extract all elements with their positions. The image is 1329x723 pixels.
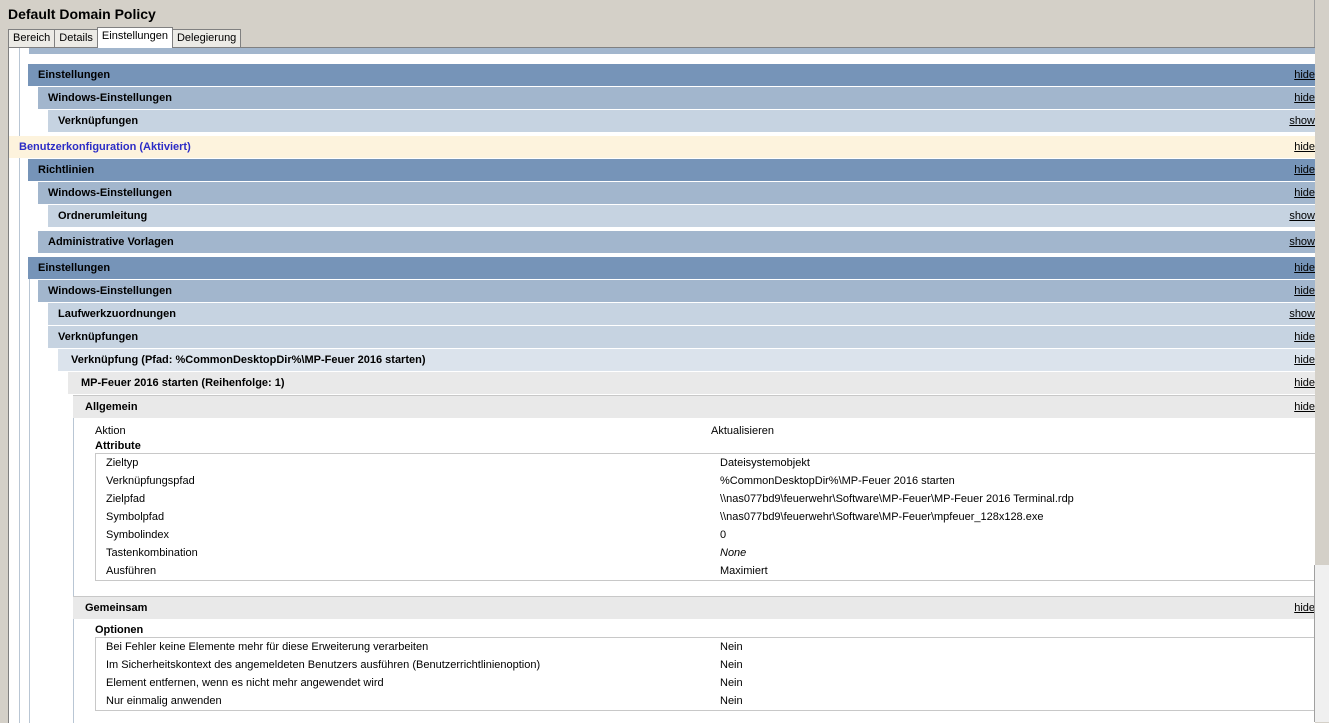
section-einstellungen: Einstellungen hide <box>28 257 1315 279</box>
section-label: Windows-Einstellungen <box>48 92 172 104</box>
hide-link[interactable]: hide <box>1294 159 1315 181</box>
hide-link[interactable]: hide <box>1294 87 1315 109</box>
option-key: Element entfernen, wenn es nicht mehr an… <box>106 677 384 689</box>
options-table: Bei Fehler keine Elemente mehr für diese… <box>95 637 1315 711</box>
table-row: Zielpfad \\nas077bd9\feuerwehr\Software\… <box>96 490 1315 508</box>
section-verknuepfungen: Verknüpfungen hide <box>48 326 1315 348</box>
table-row: Nur einmalig anwenden Nein <box>96 692 1315 710</box>
table-row: Im Sicherheitskontext des angemeldeten B… <box>96 656 1315 674</box>
attribute-key: Zielpfad <box>106 493 146 505</box>
section-benutzerkonfiguration: Benutzerkonfiguration (Aktiviert) hide <box>9 136 1315 158</box>
show-link[interactable]: show <box>1289 110 1315 132</box>
hide-link[interactable]: hide <box>1294 182 1315 204</box>
attribute-table: Zieltyp Dateisystemobjekt Verknüpfungspf… <box>95 453 1315 581</box>
section-label: Verknüpfung (Pfad: %CommonDesktopDir%\MP… <box>71 354 426 366</box>
section-label: Administrative Vorlagen <box>48 236 174 248</box>
section-label: Einstellungen <box>38 262 111 274</box>
aktion-value: Aktualisieren <box>711 425 774 437</box>
section-label: Ordnerumleitung <box>58 210 148 222</box>
option-value: Nein <box>720 641 743 653</box>
attribute-value: Dateisystemobjekt <box>720 457 810 469</box>
section-laufwerkzuordnungen: Laufwerkzuordnungen show <box>48 303 1315 325</box>
hide-link[interactable]: hide <box>1294 257 1315 279</box>
attribute-key: Symbolindex <box>106 529 169 541</box>
option-value: Nein <box>720 659 743 671</box>
show-link[interactable]: show <box>1289 303 1315 325</box>
clipped-row <box>29 48 1315 54</box>
tree-guide-line <box>73 398 74 723</box>
section-label: Allgemein <box>85 401 138 413</box>
tab-einstellungen[interactable]: Einstellungen <box>96 27 173 48</box>
section-verknuepfungen: Verknüpfungen show <box>48 110 1315 132</box>
attribute-key: Verknüpfungspfad <box>106 475 195 487</box>
attribute-key: Zieltyp <box>106 457 139 469</box>
section-richtlinien: Richtlinien hide <box>28 159 1315 181</box>
hide-link[interactable]: hide <box>1294 372 1315 394</box>
section-allgemein: Allgemein hide <box>73 395 1315 418</box>
option-key: Im Sicherheitskontext des angemeldeten B… <box>106 659 541 671</box>
tab-bar: Bereich Details Einstellungen Delegierun… <box>8 27 242 48</box>
report-content: Einstellungen hide Windows-Einstellungen… <box>8 47 1315 723</box>
attribute-value: 0 <box>720 529 727 541</box>
table-row: Element entfernen, wenn es nicht mehr an… <box>96 674 1315 692</box>
section-label: Richtlinien <box>38 164 95 176</box>
section-label: Einstellungen <box>38 69 111 81</box>
section-mp-feuer: MP-Feuer 2016 starten (Reihenfolge: 1) h… <box>68 372 1315 394</box>
tab-bereich[interactable]: Bereich <box>8 29 56 47</box>
option-key: Bei Fehler keine Elemente mehr für diese… <box>106 641 429 653</box>
section-windows-einstellungen: Windows-Einstellungen hide <box>38 87 1315 109</box>
table-row: Symbolindex 0 <box>96 526 1315 544</box>
section-ordnerumleitung: Ordnerumleitung show <box>48 205 1315 227</box>
attribute-value: %CommonDesktopDir%\MP-Feuer 2016 starten <box>720 475 955 487</box>
table-row: Zieltyp Dateisystemobjekt <box>96 454 1315 472</box>
tab-delegierung[interactable]: Delegierung <box>171 29 242 47</box>
section-verknuepfung-pfad: Verknüpfung (Pfad: %CommonDesktopDir%\MP… <box>58 349 1315 371</box>
option-value: Nein <box>720 677 743 689</box>
tree-guide-line <box>29 258 30 723</box>
policy-window: Default Domain Policy Bereich Details Ei… <box>0 0 1315 723</box>
section-label: Benutzerkonfiguration (Aktiviert) <box>19 141 191 153</box>
tab-details[interactable]: Details <box>54 29 98 47</box>
attribute-key: Tastenkombination <box>106 547 198 559</box>
table-row: Tastenkombination None <box>96 544 1315 562</box>
table-row: Ausführen Maximiert <box>96 562 1315 580</box>
section-label: Verknüpfungen <box>58 115 139 127</box>
attribute-value: \\nas077bd9\feuerwehr\Software\MP-Feuer\… <box>720 511 1044 523</box>
table-row: Bei Fehler keine Elemente mehr für diese… <box>96 638 1315 656</box>
show-link[interactable]: show <box>1289 205 1315 227</box>
section-windows-einstellungen: Windows-Einstellungen hide <box>38 182 1315 204</box>
window-title: Default Domain Policy <box>8 6 156 22</box>
show-link[interactable]: show <box>1289 231 1315 253</box>
section-gemeinsam: Gemeinsam hide <box>73 596 1315 619</box>
section-label: Laufwerkzuordnungen <box>58 308 176 320</box>
attribute-heading: Attribute <box>95 440 141 452</box>
hide-link[interactable]: hide <box>1294 396 1315 418</box>
attribute-key: Symbolpfad <box>106 511 165 523</box>
section-administrative-vorlagen: Administrative Vorlagen show <box>38 231 1315 253</box>
attribute-value: Maximiert <box>720 565 768 577</box>
section-label: Gemeinsam <box>85 602 148 614</box>
section-einstellungen: Einstellungen hide <box>28 64 1315 86</box>
section-label: Verknüpfungen <box>58 331 139 343</box>
option-key: Nur einmalig anwenden <box>106 695 222 707</box>
option-value: Nein <box>720 695 743 707</box>
aktion-label: Aktion <box>95 425 126 437</box>
hide-link[interactable]: hide <box>1294 280 1315 302</box>
scrollbar-fragment[interactable] <box>1314 565 1329 722</box>
section-windows-einstellungen: Windows-Einstellungen hide <box>38 280 1315 302</box>
hide-link[interactable]: hide <box>1294 349 1315 371</box>
optionen-heading: Optionen <box>95 624 144 636</box>
hide-link[interactable]: hide <box>1294 597 1315 619</box>
hide-link[interactable]: hide <box>1294 64 1315 86</box>
section-label: MP-Feuer 2016 starten (Reihenfolge: 1) <box>81 377 285 389</box>
attribute-value: None <box>720 547 747 559</box>
attribute-key: Ausführen <box>106 565 157 577</box>
section-label: Windows-Einstellungen <box>48 285 172 297</box>
section-label: Windows-Einstellungen <box>48 187 172 199</box>
attribute-value: \\nas077bd9\feuerwehr\Software\MP-Feuer\… <box>720 493 1074 505</box>
table-row: Symbolpfad \\nas077bd9\feuerwehr\Softwar… <box>96 508 1315 526</box>
hide-link[interactable]: hide <box>1294 326 1315 348</box>
table-row: Verknüpfungspfad %CommonDesktopDir%\MP-F… <box>96 472 1315 490</box>
hide-link[interactable]: hide <box>1294 136 1315 158</box>
